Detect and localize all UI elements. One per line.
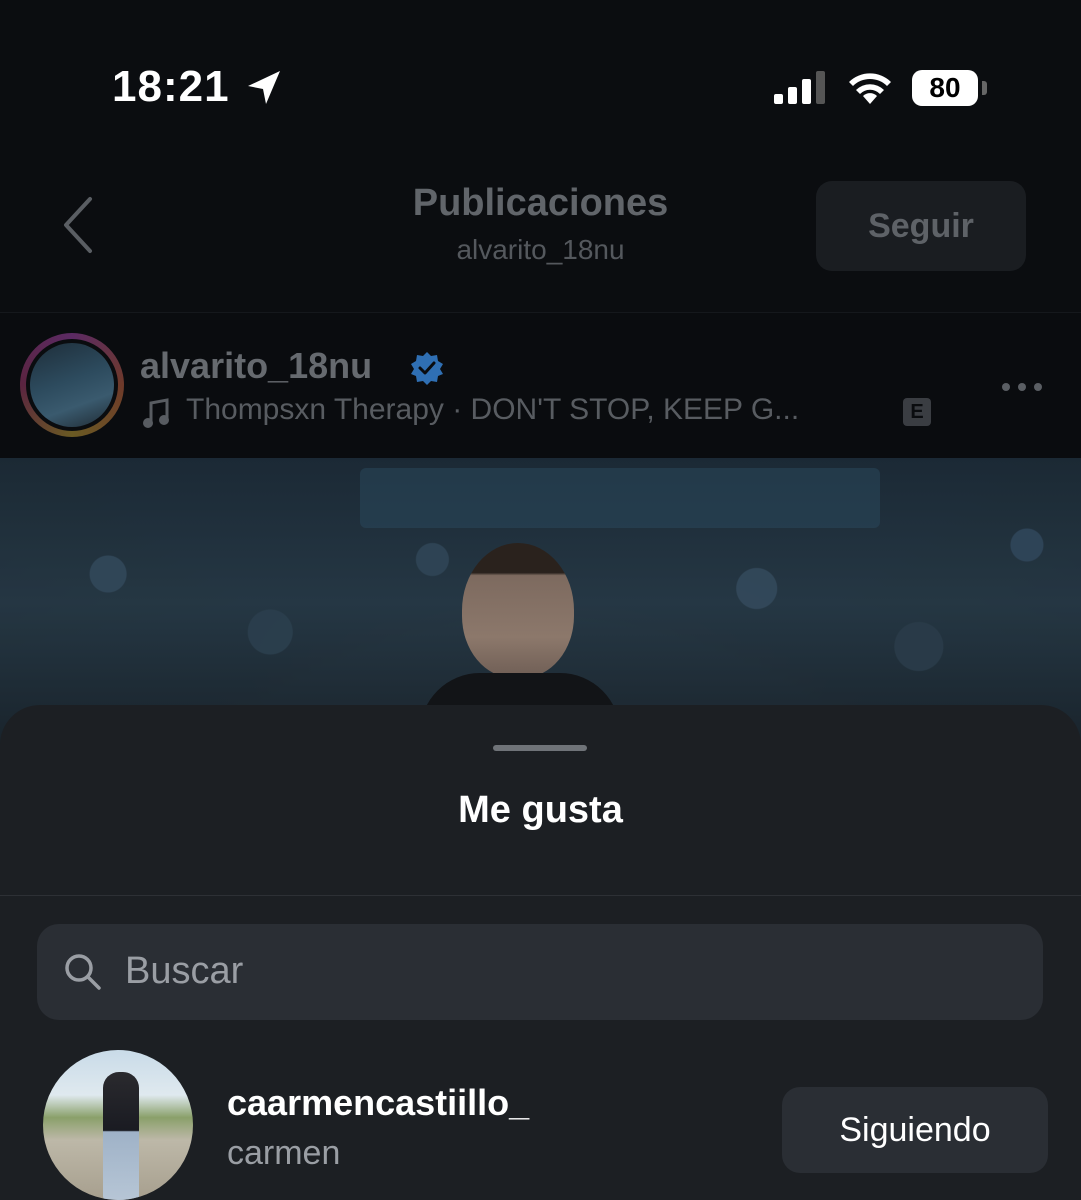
follow-button[interactable]: Seguir — [816, 181, 1026, 271]
following-button[interactable]: Siguiendo — [782, 1087, 1048, 1173]
explicit-badge: E — [903, 398, 931, 426]
post-page: Publicaciones alvarito_18nu Seguir alvar… — [0, 140, 1081, 748]
search-icon — [65, 954, 101, 990]
story-ring[interactable] — [20, 333, 124, 437]
search-field[interactable]: Buscar — [37, 924, 1043, 1020]
post-song[interactable]: Thompsxn Therapy · DON'T STOP, KEEP G... — [186, 393, 799, 427]
battery-nub — [982, 81, 987, 95]
status-time: 18:21 — [112, 62, 230, 111]
battery-icon: 80 — [912, 70, 978, 106]
post-username[interactable]: alvarito_18nu — [140, 345, 372, 387]
avatar[interactable] — [43, 1050, 193, 1200]
search-placeholder: Buscar — [125, 950, 244, 992]
more-options-icon[interactable] — [1000, 381, 1044, 393]
status-bar: 18:21 80 — [0, 0, 1081, 140]
location-arrow-icon — [248, 71, 280, 104]
sheet-divider — [0, 895, 1081, 896]
sheet-title: Me gusta — [458, 789, 623, 831]
music-note-icon — [143, 398, 169, 428]
stadium-banner — [360, 468, 880, 528]
player-photo — [462, 543, 574, 678]
verified-badge-icon — [411, 352, 443, 385]
likes-sheet: Me gusta Buscar caarmencastiillo_ carmen… — [0, 705, 1081, 1200]
avatar — [30, 343, 114, 427]
avatar-figure — [103, 1072, 139, 1200]
liker-name: carmen — [227, 1134, 341, 1172]
battery-level: 80 — [929, 72, 961, 103]
post-header: alvarito_18nu Thompsxn Therapy · DON'T S… — [0, 313, 1081, 458]
list-item[interactable]: caarmencastiillo_ carmen Siguiendo — [0, 1050, 1081, 1200]
signal-icon — [774, 71, 825, 104]
liker-username[interactable]: caarmencastiillo_ — [227, 1082, 529, 1124]
wifi-icon — [849, 73, 891, 104]
sheet-handle[interactable] — [493, 745, 587, 751]
